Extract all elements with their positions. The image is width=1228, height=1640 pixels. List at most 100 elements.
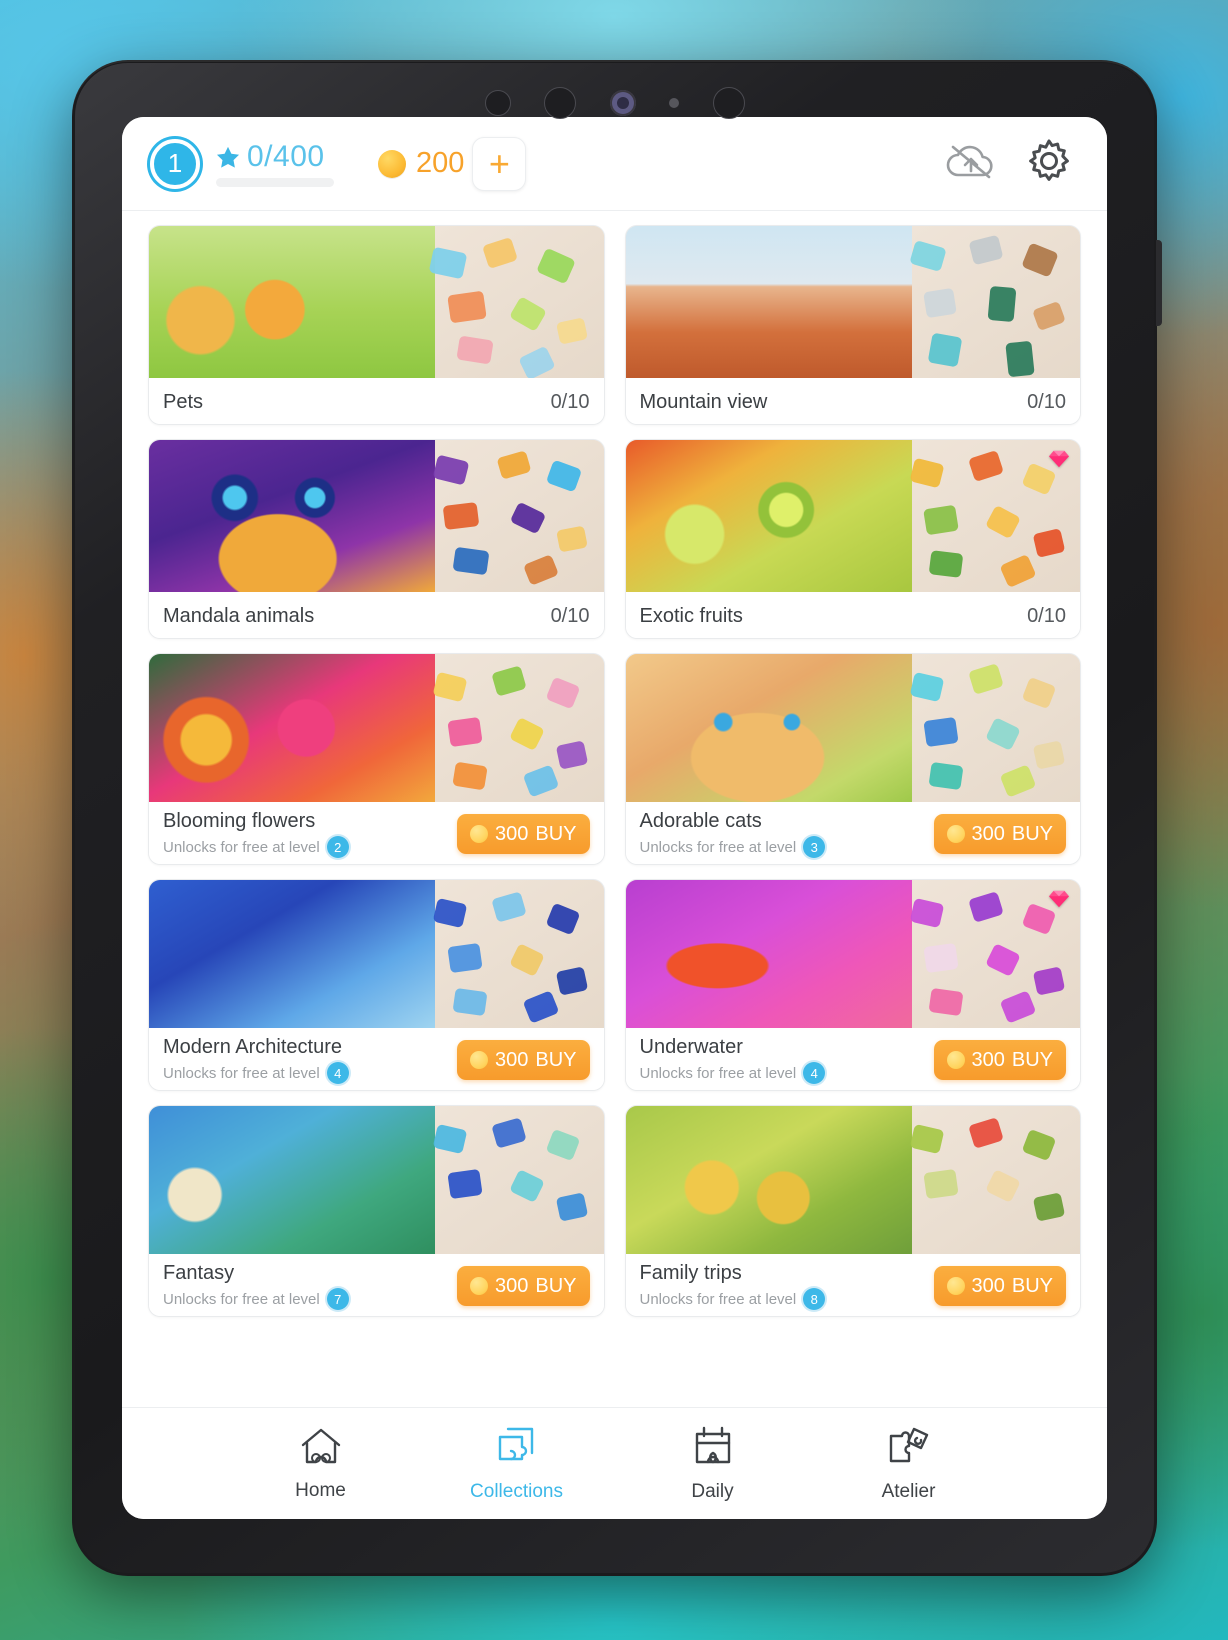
unlock-level-badge: 8 xyxy=(803,1288,826,1310)
unlock-text: Unlocks for free at level xyxy=(639,1290,797,1308)
home-puzzle-icon xyxy=(299,1426,343,1471)
collection-title: Adorable cats xyxy=(639,810,762,832)
nav-item-collections[interactable]: Collections xyxy=(465,1425,569,1503)
unlock-level-badge: 3 xyxy=(803,836,826,858)
collection-thumbnail xyxy=(149,226,604,378)
calendar-puzzle-icon xyxy=(691,1425,735,1472)
collections-grid[interactable]: Pets 0/10 Mountain view 0/10 Mandala ani… xyxy=(122,211,1107,1407)
sensor-dot-icon xyxy=(669,98,679,108)
coin-counter[interactable]: 200 xyxy=(378,147,464,180)
premium-gem-icon xyxy=(1048,449,1070,469)
collection-card-underwater[interactable]: Underwater Unlocks for free at level 4 3… xyxy=(624,879,1081,1091)
collection-thumbnail xyxy=(149,440,604,592)
level-badge[interactable]: 1 xyxy=(150,138,200,189)
collection-progress: 0/10 xyxy=(550,390,590,413)
collection-footer-locked: Modern Architecture Unlocks for free at … xyxy=(149,1028,604,1090)
collection-thumbnail xyxy=(149,1106,604,1254)
star-progress[interactable]: 0/400 xyxy=(214,140,334,187)
bottom-navigation: Home Collections Daily Atelier xyxy=(122,1407,1107,1519)
collection-title: Exotic fruits xyxy=(639,604,743,627)
nav-item-daily[interactable]: Daily xyxy=(661,1425,765,1503)
collection-title: Fantasy xyxy=(163,1262,235,1284)
collection-title: Family trips xyxy=(639,1262,742,1284)
collection-progress: 0/10 xyxy=(1027,390,1066,413)
buy-price: 300 xyxy=(971,822,1005,845)
buy-button[interactable]: 300 BUY xyxy=(457,1040,590,1080)
buy-button[interactable]: 300 BUY xyxy=(933,1040,1066,1080)
buy-button[interactable]: 300 BUY xyxy=(457,814,590,854)
unlock-text: Unlocks for free at level xyxy=(163,1064,320,1082)
unlock-text: Unlocks for free at level xyxy=(639,1064,797,1082)
collection-title: Underwater xyxy=(639,1036,743,1058)
gear-icon[interactable] xyxy=(1025,137,1073,190)
collections-icon xyxy=(494,1425,540,1472)
collection-card-modern-architecture[interactable]: Modern Architecture Unlocks for free at … xyxy=(148,879,605,1091)
buy-button[interactable]: 300 BUY xyxy=(933,1266,1066,1306)
nav-item-atelier[interactable]: Atelier xyxy=(857,1425,961,1503)
front-camera-icon xyxy=(609,90,636,116)
collection-thumbnail xyxy=(625,880,1080,1028)
collection-footer: Mandala animals 0/10 xyxy=(149,592,604,638)
device-side-button xyxy=(1156,240,1162,326)
unlock-level-badge: 2 xyxy=(326,836,349,858)
device-sensor-bar xyxy=(484,82,745,124)
collection-title: Mandala animals xyxy=(163,604,315,627)
buy-price: 300 xyxy=(495,822,529,845)
collection-footer: Exotic fruits 0/10 xyxy=(625,592,1080,638)
cloud-off-icon[interactable] xyxy=(943,139,999,188)
nav-label: Collections xyxy=(470,1480,563,1502)
collection-thumbnail xyxy=(149,654,604,802)
nav-label: Home xyxy=(295,1479,346,1501)
tablet-device: 1 0/400 200 + Pets 0/10 Mountain view 0/… xyxy=(72,60,1162,1576)
collection-card-pets[interactable]: Pets 0/10 xyxy=(148,225,605,425)
collection-card-mountain-view[interactable]: Mountain view 0/10 xyxy=(624,225,1081,425)
collection-footer-locked: Family trips Unlocks for free at level 8… xyxy=(625,1254,1080,1316)
premium-gem-icon xyxy=(1048,889,1070,909)
unlock-text: Unlocks for free at level xyxy=(163,838,320,856)
top-bar-actions xyxy=(943,137,1079,190)
unlock-info: Unlocks for free at level 4 xyxy=(163,1062,349,1084)
app-screen: 1 0/400 200 + Pets 0/10 Mountain view 0/… xyxy=(122,117,1107,1519)
collection-thumbnail xyxy=(625,1106,1080,1254)
buy-label: BUY xyxy=(535,822,577,845)
add-coins-button[interactable]: + xyxy=(472,136,527,191)
collection-title: Pets xyxy=(163,390,204,413)
unlock-text: Unlocks for free at level xyxy=(639,838,797,856)
nav-item-home[interactable]: Home xyxy=(269,1426,373,1502)
collection-card-blooming-flowers[interactable]: Blooming flowers Unlocks for free at lev… xyxy=(148,653,605,865)
coin-icon xyxy=(470,1277,488,1295)
collection-footer-locked: Blooming flowers Unlocks for free at lev… xyxy=(149,802,604,864)
star-icon xyxy=(214,144,242,171)
collection-footer-locked: Adorable cats Unlocks for free at level … xyxy=(625,802,1080,864)
collection-title: Blooming flowers xyxy=(163,810,316,832)
buy-label: BUY xyxy=(1011,1274,1053,1297)
collection-progress: 0/10 xyxy=(1027,604,1066,627)
collection-thumbnail xyxy=(625,654,1080,802)
unlock-level-badge: 4 xyxy=(803,1062,826,1084)
unlock-info: Unlocks for free at level 8 xyxy=(640,1288,826,1310)
collection-thumbnail xyxy=(625,440,1080,592)
buy-label: BUY xyxy=(535,1274,577,1297)
collection-title: Mountain view xyxy=(639,390,768,413)
collection-footer-locked: Underwater Unlocks for free at level 4 3… xyxy=(625,1028,1080,1090)
buy-label: BUY xyxy=(1011,1048,1053,1071)
unlock-level-badge: 4 xyxy=(326,1062,349,1084)
collection-card-adorable-cats[interactable]: Adorable cats Unlocks for free at level … xyxy=(624,653,1081,865)
collection-card-fantasy[interactable]: Fantasy Unlocks for free at level 7 300 … xyxy=(148,1105,605,1317)
collection-thumbnail xyxy=(625,226,1080,378)
nav-label: Atelier xyxy=(881,1480,936,1502)
coin-amount: 200 xyxy=(416,147,465,179)
star-progress-bar xyxy=(216,178,334,187)
coin-icon xyxy=(946,825,965,843)
buy-button[interactable]: 300 BUY xyxy=(457,1266,590,1306)
buy-price: 300 xyxy=(971,1048,1005,1071)
unlock-info: Unlocks for free at level 4 xyxy=(640,1062,826,1084)
collection-card-exotic-fruits[interactable]: Exotic fruits 0/10 xyxy=(624,439,1081,639)
star-progress-label: 0/400 xyxy=(247,140,325,173)
collection-card-mandala-animals[interactable]: Mandala animals 0/10 xyxy=(148,439,605,639)
buy-price: 300 xyxy=(495,1274,529,1297)
buy-button[interactable]: 300 BUY xyxy=(933,814,1066,854)
collection-card-family-trips[interactable]: Family trips Unlocks for free at level 8… xyxy=(624,1105,1081,1317)
buy-price: 300 xyxy=(495,1048,529,1071)
sensor-ring-icon xyxy=(544,87,576,119)
